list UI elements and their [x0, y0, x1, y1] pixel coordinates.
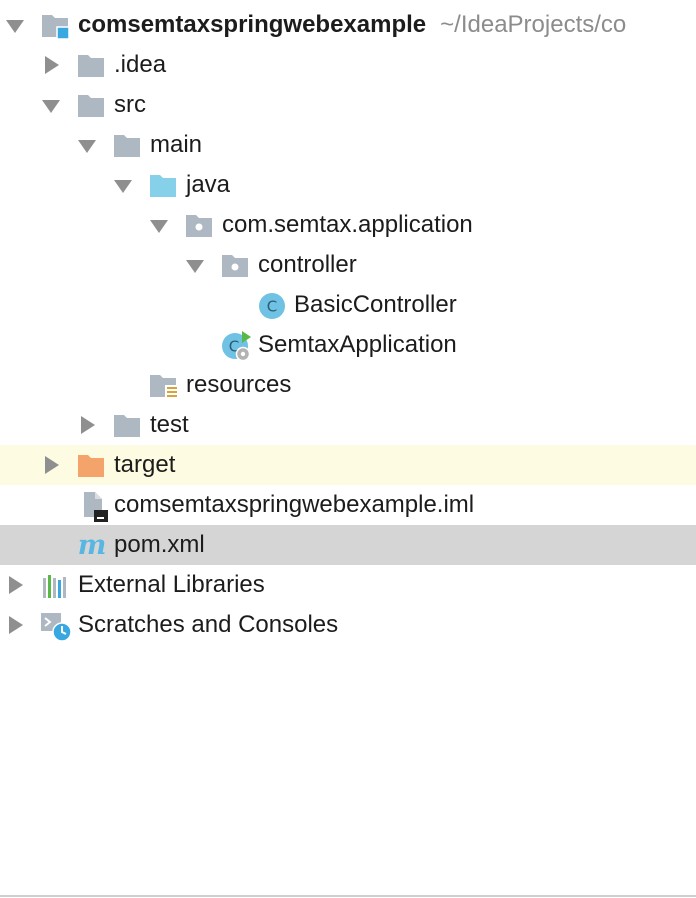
tree-row-pom[interactable]: m pom.xml	[0, 525, 696, 565]
chevron-right-icon[interactable]	[4, 613, 26, 637]
project-name: comsemtaxspringwebexample ~/IdeaProjects/…	[78, 11, 627, 38]
scratches-icon	[41, 613, 72, 642]
tree-label: External Libraries	[78, 571, 265, 598]
tree-label: test	[150, 411, 189, 438]
panel-bottom-border	[0, 895, 696, 897]
tree-row-resources[interactable]: resources	[0, 365, 696, 405]
tree-row-iml[interactable]: comsemtaxspringwebexample.iml	[0, 485, 696, 525]
tree-label: com.semtax.application	[222, 211, 473, 238]
chevron-right-icon[interactable]	[40, 53, 62, 77]
tree-row-project-root[interactable]: comsemtaxspringwebexample ~/IdeaProjects/…	[0, 5, 696, 45]
package-icon	[222, 255, 248, 277]
tree-label: controller	[258, 251, 357, 278]
tree-row-semtax-application[interactable]: C SemtaxApplication	[0, 325, 696, 365]
chevron-down-icon[interactable]	[112, 173, 134, 197]
tree-label: .idea	[114, 51, 167, 78]
tree-row-external-libraries[interactable]: External Libraries	[0, 565, 696, 605]
tree-row-idea[interactable]: .idea	[0, 45, 696, 85]
tree-label: pom.xml	[114, 531, 205, 558]
module-folder-icon	[42, 15, 70, 40]
folder-icon	[78, 55, 104, 77]
tree-label: src	[114, 91, 146, 118]
chevron-down-icon[interactable]	[184, 253, 206, 277]
tree-row-target[interactable]: target	[0, 445, 696, 485]
project-path: ~/IdeaProjects/co	[440, 11, 627, 38]
tree-row-main[interactable]: main	[0, 125, 696, 165]
tree-label: target	[114, 451, 176, 478]
maven-glyph: m	[78, 530, 107, 561]
spring-boot-class-icon: C	[222, 331, 251, 362]
tree-label: Scratches and Consoles	[78, 611, 339, 638]
tree-row-package[interactable]: com.semtax.application	[0, 205, 696, 245]
tree-row-basic-controller[interactable]: C BasicController	[0, 285, 696, 325]
library-icon	[43, 575, 66, 598]
chevron-down-icon[interactable]	[40, 93, 62, 117]
chevron-down-icon[interactable]	[4, 13, 26, 37]
chevron-right-icon[interactable]	[4, 573, 26, 597]
java-class-icon: C	[259, 293, 285, 319]
tree-label: main	[150, 131, 203, 158]
tree-label: java	[186, 171, 231, 198]
tree-label: resources	[186, 371, 292, 398]
tree-label: SemtaxApplication	[258, 331, 457, 358]
chevron-down-icon[interactable]	[148, 213, 170, 237]
tree-row-java[interactable]: java	[0, 165, 696, 205]
tree-label: BasicController	[294, 291, 457, 318]
resources-folder-icon	[150, 375, 178, 400]
tree-row-test[interactable]: test	[0, 405, 696, 445]
folder-icon	[78, 95, 104, 117]
tree-label: comsemtaxspringwebexample.iml	[114, 491, 475, 518]
project-tree: comsemtaxspringwebexample ~/IdeaProjects/…	[0, 0, 696, 898]
tree-row-scratches[interactable]: Scratches and Consoles	[0, 605, 696, 645]
excluded-folder-icon	[78, 455, 104, 477]
package-icon	[186, 215, 212, 237]
class-glyph: C	[267, 298, 277, 316]
chevron-right-icon[interactable]	[40, 453, 62, 477]
tree-row-src[interactable]: src	[0, 85, 696, 125]
maven-icon: m	[78, 530, 107, 561]
chevron-right-icon[interactable]	[76, 413, 98, 437]
tree-row-controller[interactable]: controller	[0, 245, 696, 285]
folder-icon	[114, 415, 140, 437]
chevron-down-icon[interactable]	[76, 133, 98, 157]
iml-file-icon	[84, 492, 108, 522]
source-folder-icon	[150, 175, 176, 197]
folder-icon	[114, 135, 140, 157]
